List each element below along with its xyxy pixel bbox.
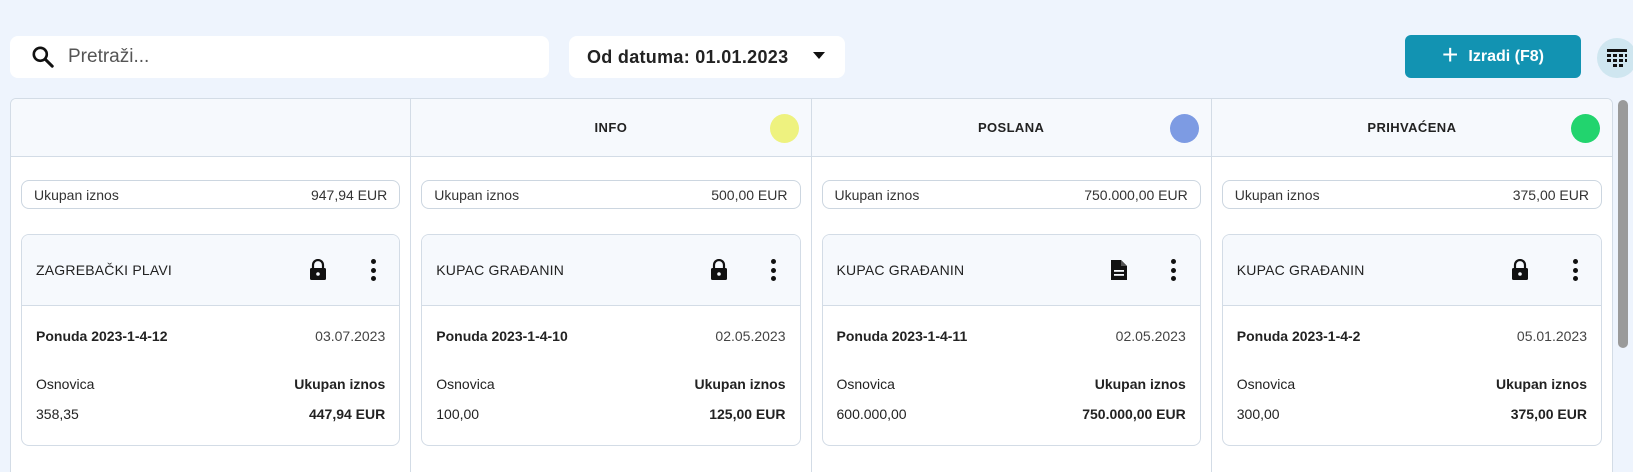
status-color-dot [1169, 114, 1199, 143]
offer-number[interactable]: Ponuda 2023-1-4-10 [436, 328, 568, 344]
offer-card[interactable]: ZAGREBAČKI PLAVI Ponuda 2023-1-4-12 03.0… [21, 234, 401, 446]
column-info: INFO Ukupan iznos 500,00 EUR KUPAC GRAĐA… [411, 99, 812, 472]
more-options-icon[interactable] [367, 257, 379, 283]
customer-name: KUPAC GRAĐANIN [1236, 262, 1365, 278]
column-total-label: Ukupan iznos [34, 186, 119, 203]
offer-number[interactable]: Ponuda 2023-1-4-12 [36, 328, 168, 344]
total-value: 375,00 EUR [1510, 406, 1587, 422]
column-title: INFO [594, 120, 628, 135]
column-total-value: 375,00 EUR [1512, 186, 1589, 203]
customer-name: KUPAC GRAĐANIN [836, 262, 965, 278]
column-total-value: 750.000,00 EUR [1084, 186, 1188, 203]
column-title: POSLANA [977, 120, 1045, 135]
offer-date: 03.07.2023 [315, 328, 386, 344]
card-header: KUPAC GRAĐANIN [1222, 235, 1601, 306]
offer-number[interactable]: Ponuda 2023-1-4-11 [837, 328, 968, 344]
offer-date: 02.05.2023 [1115, 328, 1186, 344]
column-total: Ukupan iznos 750.000,00 EUR [821, 180, 1201, 209]
more-options-icon[interactable] [1168, 257, 1180, 283]
base-value: 600.000,00 [836, 406, 907, 422]
create-button[interactable]: + Izradi (F8) [1405, 35, 1581, 78]
more-options-icon[interactable] [1569, 257, 1581, 283]
status-color-dot [1571, 114, 1600, 143]
base-value: 358,35 [36, 406, 79, 422]
column-unassigned: Ukupan iznos 947,94 EUR ZAGREBAČKI PLAVI… [11, 99, 412, 472]
date-filter-dropdown[interactable]: Od datuma: 01.01.2023 [569, 36, 845, 78]
card-header: ZAGREBAČKI PLAVI [22, 235, 400, 306]
customer-name: KUPAC GRAĐANIN [436, 262, 565, 278]
total-value: 750.000,00 EUR [1082, 406, 1186, 422]
plus-icon: + [1442, 39, 1459, 70]
column-header [11, 99, 411, 157]
base-label: Osnovica [1236, 376, 1296, 392]
column-total-label: Ukupan iznos [1234, 186, 1320, 203]
search-box[interactable] [10, 36, 549, 78]
kanban-board: Ukupan iznos 947,94 EUR ZAGREBAČKI PLAVI… [10, 98, 1613, 472]
search-input[interactable] [68, 46, 508, 68]
column-prihvacena: PRIHVAĆENA Ukupan iznos 375,00 EUR KUPAC… [1211, 99, 1612, 472]
total-label: Ukupan iznos [1495, 376, 1587, 392]
offer-card[interactable]: KUPAC GRAĐANIN Ponuda 2023-1-4-2 05.01.2… [1221, 234, 1602, 446]
offer-number[interactable]: Ponuda 2023-1-4-2 [1237, 328, 1361, 344]
column-total-value: 947,94 EUR [310, 186, 388, 203]
column-total: Ukupan iznos 500,00 EUR [421, 180, 801, 209]
vertical-scrollbar[interactable] [1618, 100, 1628, 348]
more-options-icon[interactable] [768, 257, 780, 283]
base-label: Osnovica [436, 376, 495, 392]
column-header: INFO [411, 99, 811, 157]
caret-down-icon [813, 52, 825, 59]
customer-name: ZAGREBAČKI PLAVI [36, 262, 172, 278]
date-filter-label: Od datuma: 01.01.2023 [587, 46, 789, 67]
total-value: 447,94 EUR [308, 406, 386, 422]
card-header: KUPAC GRAĐANIN [422, 235, 800, 306]
column-total: Ukupan iznos 375,00 EUR [1221, 180, 1602, 209]
view-toggle-button[interactable] [1597, 38, 1633, 78]
offer-card[interactable]: KUPAC GRAĐANIN Ponuda 2023-1-4-11 02.05.… [821, 234, 1201, 446]
column-total: Ukupan iznos 947,94 EUR [21, 180, 401, 209]
status-color-dot [769, 114, 799, 143]
offer-card[interactable]: KUPAC GRAĐANIN Ponuda 2023-1-4-10 02.05.… [421, 234, 801, 446]
column-title: PRIHVAĆENA [1367, 120, 1457, 135]
total-value: 125,00 EUR [709, 406, 786, 422]
column-poslana: POSLANA Ukupan iznos 750.000,00 EUR KUPA… [811, 99, 1212, 472]
base-value: 100,00 [436, 406, 480, 422]
document-icon[interactable] [1110, 259, 1128, 281]
offer-date: 02.05.2023 [715, 328, 786, 344]
create-button-label: Izradi (F8) [1468, 47, 1544, 65]
column-total-label: Ukupan iznos [434, 186, 520, 203]
card-header: KUPAC GRAĐANIN [822, 235, 1200, 306]
base-value: 300,00 [1236, 406, 1280, 422]
lock-icon[interactable] [309, 259, 327, 281]
column-total-label: Ukupan iznos [834, 186, 920, 203]
offer-date: 05.01.2023 [1516, 328, 1587, 344]
column-header: PRIHVAĆENA [1211, 99, 1612, 157]
lock-icon[interactable] [710, 259, 728, 281]
kanban-view-icon [1607, 49, 1627, 67]
total-label: Ukupan iznos [294, 376, 386, 392]
base-label: Osnovica [36, 376, 95, 392]
column-header: POSLANA [811, 99, 1211, 157]
total-label: Ukupan iznos [1094, 376, 1186, 392]
total-label: Ukupan iznos [694, 376, 786, 392]
column-total-value: 500,00 EUR [711, 186, 788, 203]
search-icon [32, 46, 54, 68]
base-label: Osnovica [836, 376, 895, 392]
lock-icon[interactable] [1511, 259, 1529, 281]
